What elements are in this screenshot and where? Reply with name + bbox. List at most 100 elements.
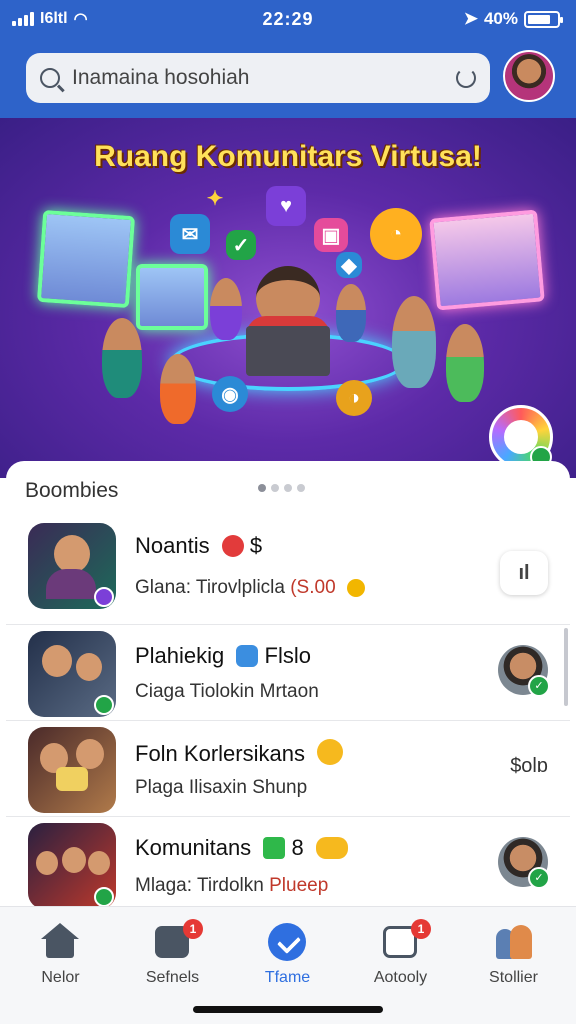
profile-avatar[interactable] <box>503 50 555 102</box>
thumbnail-image <box>28 823 116 909</box>
stats-button[interactable]: ıl <box>500 551 548 595</box>
item-title-text: Komunitans <box>135 835 252 860</box>
chrome-bubble-icon: ◑ <box>336 380 372 416</box>
smile-emoji-icon <box>317 739 344 765</box>
nav-label: Sefnels <box>145 969 200 986</box>
item-subtitle-text: Mlaga: Tirdolkn <box>135 875 270 896</box>
nav-item-activity[interactable]: 1 Aotooly <box>343 907 458 997</box>
member-avatar[interactable]: ✓ <box>498 645 550 697</box>
activity-icon: 1 <box>381 919 431 961</box>
item-title-suffix: Flslo <box>264 643 311 668</box>
notification-badge: 1 <box>411 919 431 939</box>
left-screen-image <box>36 209 136 309</box>
drop-bubble-icon: ◆ <box>336 252 362 278</box>
chat-icon: 1 <box>153 919 203 961</box>
right-screen-image <box>429 209 545 311</box>
location-icon: ➤ <box>463 9 478 28</box>
item-title: Noantis $ <box>135 533 262 559</box>
section-title: Boombies <box>25 479 119 502</box>
app-header: Ɩ6ltl ◠ 22:29 ➤ 40% <box>0 0 576 118</box>
item-title: Foln Korlersikans <box>135 739 344 767</box>
game-bubble-icon: ▣ <box>314 218 348 252</box>
item-subtitle: Glana: Tirovlplicla (S.00 <box>135 577 365 599</box>
carousel-dot[interactable] <box>297 484 305 492</box>
carousel-dot[interactable] <box>284 484 292 492</box>
battery-percent: 40% <box>483 9 518 28</box>
list-item[interactable]: Komunitans 8 Mlaga: Tirdolkn Plueep ✓ <box>6 817 570 911</box>
nav-label: Aotooly <box>373 969 428 986</box>
item-subtitle: Plaga Ilisaxin Shunp <box>135 777 308 798</box>
map-icon <box>236 645 259 667</box>
coin-icon <box>346 579 365 597</box>
nav-item-people[interactable]: Stollier <box>456 907 571 997</box>
home-icon <box>41 923 79 961</box>
item-subtitle-text: Glana: Tirovlplicla <box>135 577 285 598</box>
thumbnail-image <box>28 631 116 717</box>
status-badge <box>94 695 114 715</box>
nav-label: Stollier <box>489 969 538 986</box>
item-title: Plahiekig Flslo <box>135 643 311 669</box>
person-avatar <box>102 318 142 398</box>
status-badge <box>94 887 114 907</box>
carousel-dots[interactable] <box>258 484 305 492</box>
scrollbar[interactable] <box>564 628 568 706</box>
notification-badge: 1 <box>183 919 203 939</box>
price-symbol: $ <box>249 533 263 558</box>
person-avatar <box>336 284 366 342</box>
carousel-dot[interactable] <box>258 484 266 492</box>
search-input[interactable] <box>72 66 456 90</box>
heart-bubble-icon: ♥ <box>266 186 306 226</box>
mail-bubble-icon: ✉ <box>170 214 210 254</box>
item-price: (S.00 <box>290 577 336 598</box>
person-avatar <box>392 296 436 388</box>
chart-bubble-icon: ◔ <box>370 208 422 260</box>
chat-emoji-icon <box>315 837 348 859</box>
nav-label: Nelor <box>41 969 80 986</box>
sparkle-icon: ✦ <box>206 187 224 210</box>
search-icon <box>40 68 60 88</box>
thumbnail-image <box>28 523 116 609</box>
refresh-icon[interactable] <box>456 68 476 88</box>
nav-item-home-feed[interactable]: Tfame <box>230 907 345 997</box>
thumbnail-image <box>28 727 116 813</box>
nav-label: Tfame <box>264 969 311 986</box>
check-icon <box>268 923 306 961</box>
item-subtitle: Ciaga Tiolokin Mrtaon <box>135 681 319 702</box>
item-title-text: Noantis <box>135 533 210 558</box>
status-right: ➤ 40% <box>463 9 563 29</box>
leaf-bubble-icon: ✓ <box>226 230 256 260</box>
search-bar[interactable] <box>26 53 490 103</box>
online-badge: ✓ <box>528 867 550 889</box>
item-title-text: Plahiekig <box>135 643 225 668</box>
banner-title: Ruang Komunitars Virtusa! <box>94 140 482 173</box>
community-banner[interactable]: Ruang Komunitars Virtusa! ♥ ✉ ✦ ▣ ◔ ✓ ◆ … <box>0 118 576 478</box>
item-subtitle: Mlaga: Tirdolkn Plueep <box>135 875 328 897</box>
mascot-button[interactable] <box>489 405 553 469</box>
online-badge: ✓ <box>528 675 550 697</box>
list-item[interactable]: Noantis $ Glana: Tirovlplicla (S.00 ıl <box>6 521 570 625</box>
item-title: Komunitans 8 <box>135 835 348 861</box>
status-badge <box>94 587 114 607</box>
heart-icon <box>221 535 244 557</box>
person-avatar <box>446 324 484 402</box>
battery-icon <box>524 10 563 28</box>
left-screen-small-image <box>136 264 208 330</box>
nav-item-messages[interactable]: 1 Sefnels <box>115 907 230 997</box>
member-avatar[interactable]: ✓ <box>498 837 550 889</box>
list-item[interactable]: Plahiekig Flslo Ciaga Tiolokin Mrtaon ✓ <box>6 625 570 721</box>
person-avatar <box>210 278 242 340</box>
item-price: $olɒ <box>510 755 548 777</box>
globe-bubble-icon: ◉ <box>212 376 248 412</box>
home-indicator[interactable] <box>193 1006 383 1013</box>
carousel-dot[interactable] <box>271 484 279 492</box>
person-avatar <box>160 354 196 424</box>
item-title-suffix: 8 <box>291 835 304 860</box>
leaf-icon <box>263 837 286 859</box>
people-icon <box>494 923 532 961</box>
community-list-card: Boombies Noantis $ Glana: Tirovlplicla (… <box>6 461 570 911</box>
item-title-text: Foln Korlersikans <box>135 741 305 766</box>
item-subtitle-highlight: Plueep <box>269 875 329 896</box>
nav-item-home[interactable]: Nelor <box>3 907 118 997</box>
status-bar: Ɩ6ltl ◠ 22:29 ➤ 40% <box>0 0 576 40</box>
list-item[interactable]: Foln Korlersikans Plaga Ilisaxin Shunp $… <box>6 721 570 817</box>
